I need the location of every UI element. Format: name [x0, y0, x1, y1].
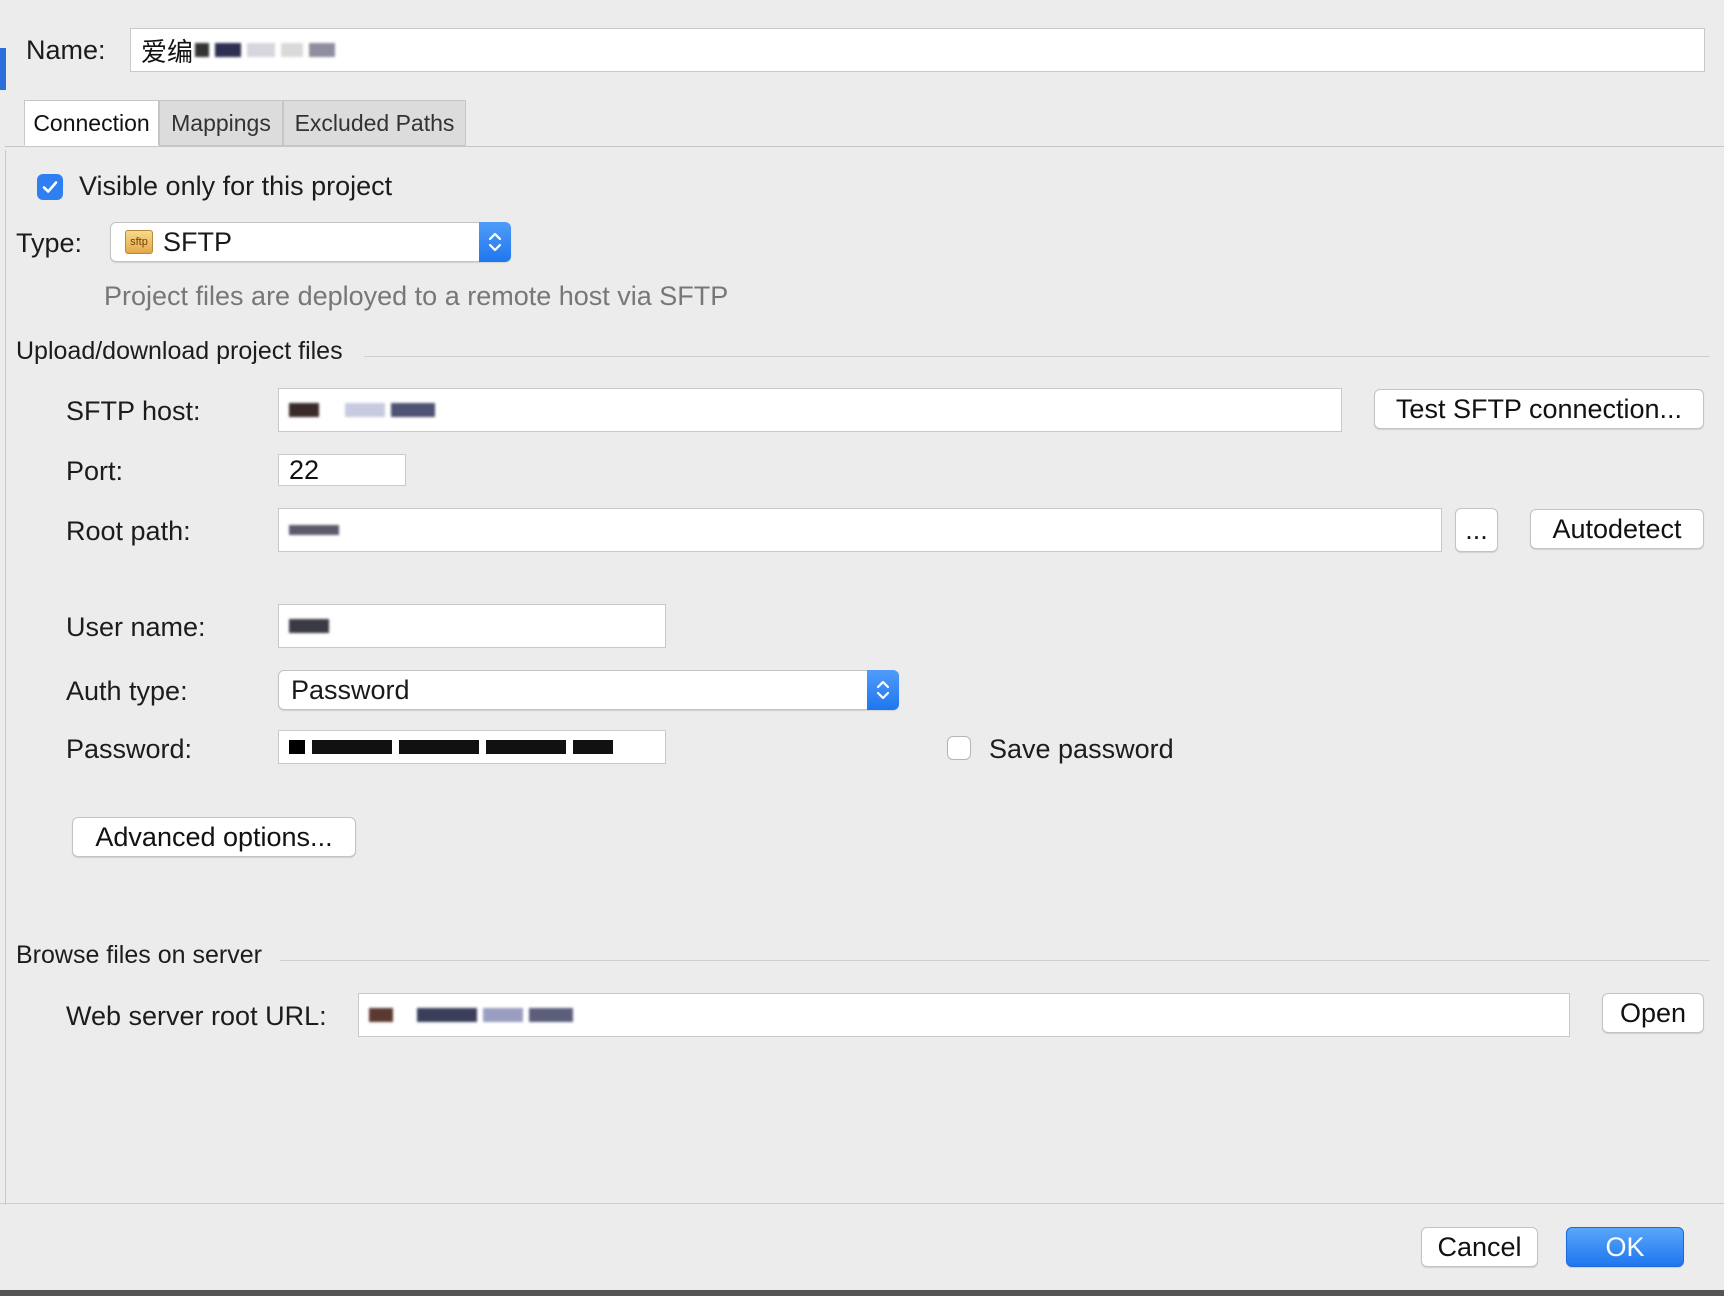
open-button-label: Open: [1619, 997, 1687, 1028]
browse-section-separator: [280, 960, 1710, 961]
type-description: Project files are deployed to a remote h…: [104, 281, 729, 311]
tab-excluded-paths-label: Excluded Paths: [294, 109, 455, 136]
chevron-updown-icon: [867, 670, 899, 710]
window-bottom-edge: [0, 1290, 1724, 1296]
redacted-text: [483, 1008, 523, 1022]
auth-type-select[interactable]: Password: [278, 670, 899, 710]
sftp-host-input[interactable]: [278, 388, 1342, 432]
redacted-text: [417, 1008, 477, 1022]
password-input[interactable]: [278, 730, 666, 764]
redacted-text: [289, 525, 339, 535]
save-password-checkbox[interactable]: [947, 736, 971, 760]
redacted-text: [391, 403, 435, 417]
tab-excluded-paths[interactable]: Excluded Paths: [283, 100, 466, 146]
test-connection-label: Test SFTP connection...: [1395, 393, 1683, 424]
tab-connection[interactable]: Connection: [24, 100, 159, 146]
tabs-baseline: [5, 146, 1724, 147]
window-edge: [0, 48, 6, 90]
port-value: 22: [289, 454, 320, 485]
advanced-options-button[interactable]: Advanced options...: [72, 817, 356, 857]
save-password-label: Save password: [989, 734, 1174, 764]
tab-connection-label: Connection: [33, 109, 150, 136]
root-path-label: Root path:: [66, 516, 191, 546]
root-path-browse-button[interactable]: ...: [1455, 508, 1498, 552]
browse-section-title: Browse files on server: [16, 941, 262, 969]
upload-section-title: Upload/download project files: [16, 337, 343, 365]
type-value: SFTP: [163, 226, 233, 257]
visible-only-label: Visible only for this project: [79, 171, 393, 201]
autodetect-label: Autodetect: [1552, 513, 1682, 544]
redacted-text: [215, 43, 242, 57]
type-select[interactable]: sftp SFTP: [110, 222, 511, 262]
redacted-text: [289, 403, 319, 417]
redacted-text: [309, 43, 336, 57]
chevron-updown-icon: [479, 222, 511, 262]
name-value: 爱编: [141, 36, 194, 67]
upload-section-separator: [364, 356, 1710, 357]
redacted-text: [289, 619, 329, 633]
ok-button[interactable]: OK: [1566, 1227, 1684, 1267]
auth-type-label: Auth type:: [66, 676, 188, 706]
user-name-label: User name:: [66, 612, 206, 642]
test-connection-button[interactable]: Test SFTP connection...: [1374, 389, 1704, 429]
open-button[interactable]: Open: [1602, 993, 1704, 1033]
redacted-text: [281, 43, 304, 57]
port-input[interactable]: 22: [278, 454, 406, 486]
name-input[interactable]: 爱编: [130, 28, 1705, 72]
visible-only-checkbox[interactable]: [37, 174, 63, 200]
checkmark-icon: [42, 181, 58, 193]
tab-mappings[interactable]: Mappings: [159, 100, 283, 146]
left-border: [5, 150, 6, 1205]
type-label: Type:: [16, 228, 83, 258]
sftp-host-label: SFTP host:: [66, 396, 201, 426]
cancel-label: Cancel: [1437, 1231, 1522, 1262]
password-mask: [289, 740, 613, 754]
sftp-icon: sftp: [125, 230, 153, 254]
redacted-text: [345, 403, 385, 417]
web-root-input[interactable]: [358, 993, 1570, 1037]
redacted-text: [195, 43, 210, 57]
web-root-label: Web server root URL:: [66, 1001, 327, 1031]
tab-mappings-label: Mappings: [171, 109, 271, 136]
autodetect-button[interactable]: Autodetect: [1530, 509, 1704, 549]
name-label: Name:: [26, 35, 106, 65]
footer-separator: [0, 1203, 1724, 1204]
cancel-button[interactable]: Cancel: [1421, 1227, 1538, 1267]
redacted-text: [247, 43, 276, 57]
advanced-options-label: Advanced options...: [95, 821, 333, 852]
root-path-input[interactable]: [278, 508, 1442, 552]
auth-type-value: Password: [291, 674, 410, 705]
user-name-input[interactable]: [278, 604, 666, 648]
port-label: Port:: [66, 456, 124, 486]
browse-button-label: ...: [1465, 514, 1488, 545]
password-label: Password:: [66, 734, 193, 764]
redacted-text: [529, 1008, 573, 1022]
redacted-text: [369, 1008, 393, 1022]
ok-label: OK: [1605, 1231, 1645, 1262]
